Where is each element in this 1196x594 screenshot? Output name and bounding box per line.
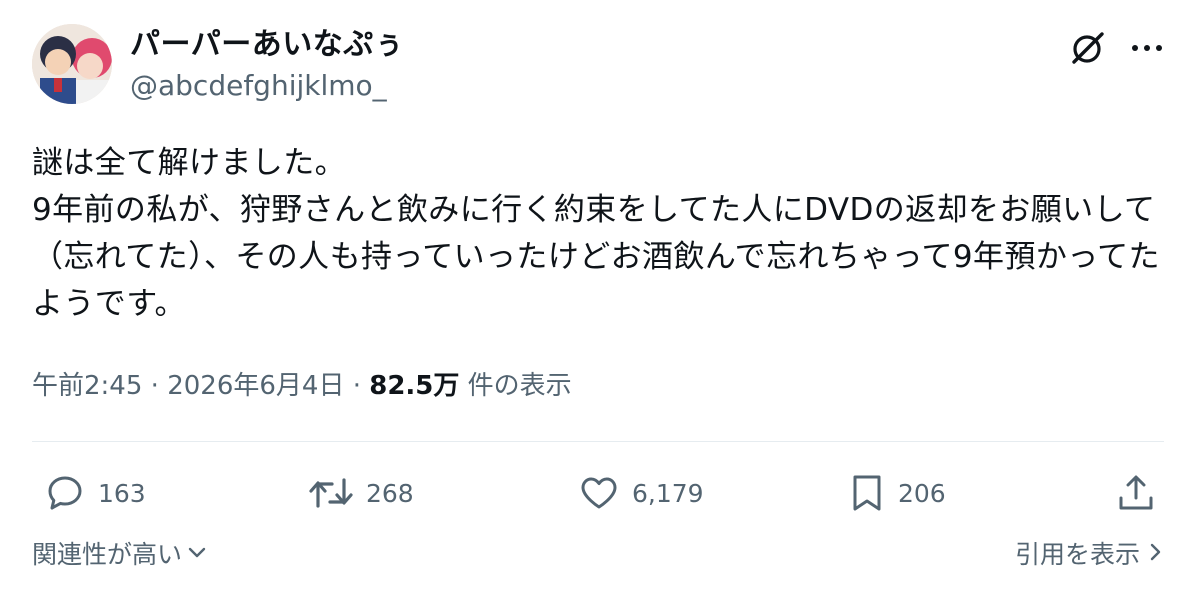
grok-icon[interactable] (1068, 28, 1108, 68)
display-name[interactable]: パーパーあいなぷぅ (130, 26, 404, 64)
divider (32, 441, 1164, 442)
sort-label: 関連性が高い (32, 540, 183, 569)
post-footer: 関連性が高い 引用を表示 (32, 530, 1164, 580)
views-label: 件の表示 (467, 371, 572, 401)
view-quotes-link[interactable]: 引用を表示 (1015, 530, 1164, 580)
heart-icon (578, 472, 620, 514)
like-button[interactable]: 6,179 (578, 466, 704, 520)
bookmark-icon (848, 472, 886, 514)
more-icon[interactable] (1130, 42, 1164, 54)
sort-dropdown[interactable]: 関連性が高い (32, 530, 208, 580)
user-handle[interactable]: @abcdefghijklmo_ (130, 68, 404, 104)
chevron-down-icon (186, 530, 208, 580)
post-meta: 午前2:45 · 2026年6月4日 · 82.5万 件の表示 (32, 366, 572, 406)
post-date[interactable]: 2026年6月4日 (167, 371, 344, 401)
post-text: 謎は全て解けました。 9年前の私が、狩野さんと飲みに行く約束をしてた人にDVDの… (32, 145, 1160, 322)
bookmark-button[interactable]: 206 (848, 466, 946, 520)
post-time[interactable]: 午前2:45 (32, 371, 142, 401)
post-header: パーパーあいなぷぅ @abcdefghijklmo_ (32, 22, 1164, 106)
repost-button[interactable]: 268 (308, 466, 414, 520)
repost-icon (308, 472, 354, 514)
reply-icon (44, 472, 86, 514)
meta-separator: · (150, 371, 159, 401)
views-count: 82.5万 (369, 371, 460, 401)
author-names: パーパーあいなぷぅ @abcdefghijklmo_ (130, 26, 404, 104)
chevron-right-icon (1148, 530, 1164, 580)
repost-count: 268 (366, 478, 414, 508)
avatar[interactable] (32, 24, 112, 104)
share-icon (1116, 472, 1156, 514)
reply-button[interactable]: 163 (44, 466, 146, 520)
action-bar: 163 268 6,179 206 (32, 466, 1164, 520)
bookmark-count: 206 (898, 478, 946, 508)
header-actions (1068, 28, 1164, 68)
share-button[interactable] (1116, 466, 1156, 520)
like-count: 6,179 (632, 478, 704, 508)
quotes-label: 引用を表示 (1014, 540, 1140, 569)
meta-separator: · (352, 371, 361, 401)
reply-count: 163 (98, 478, 146, 508)
